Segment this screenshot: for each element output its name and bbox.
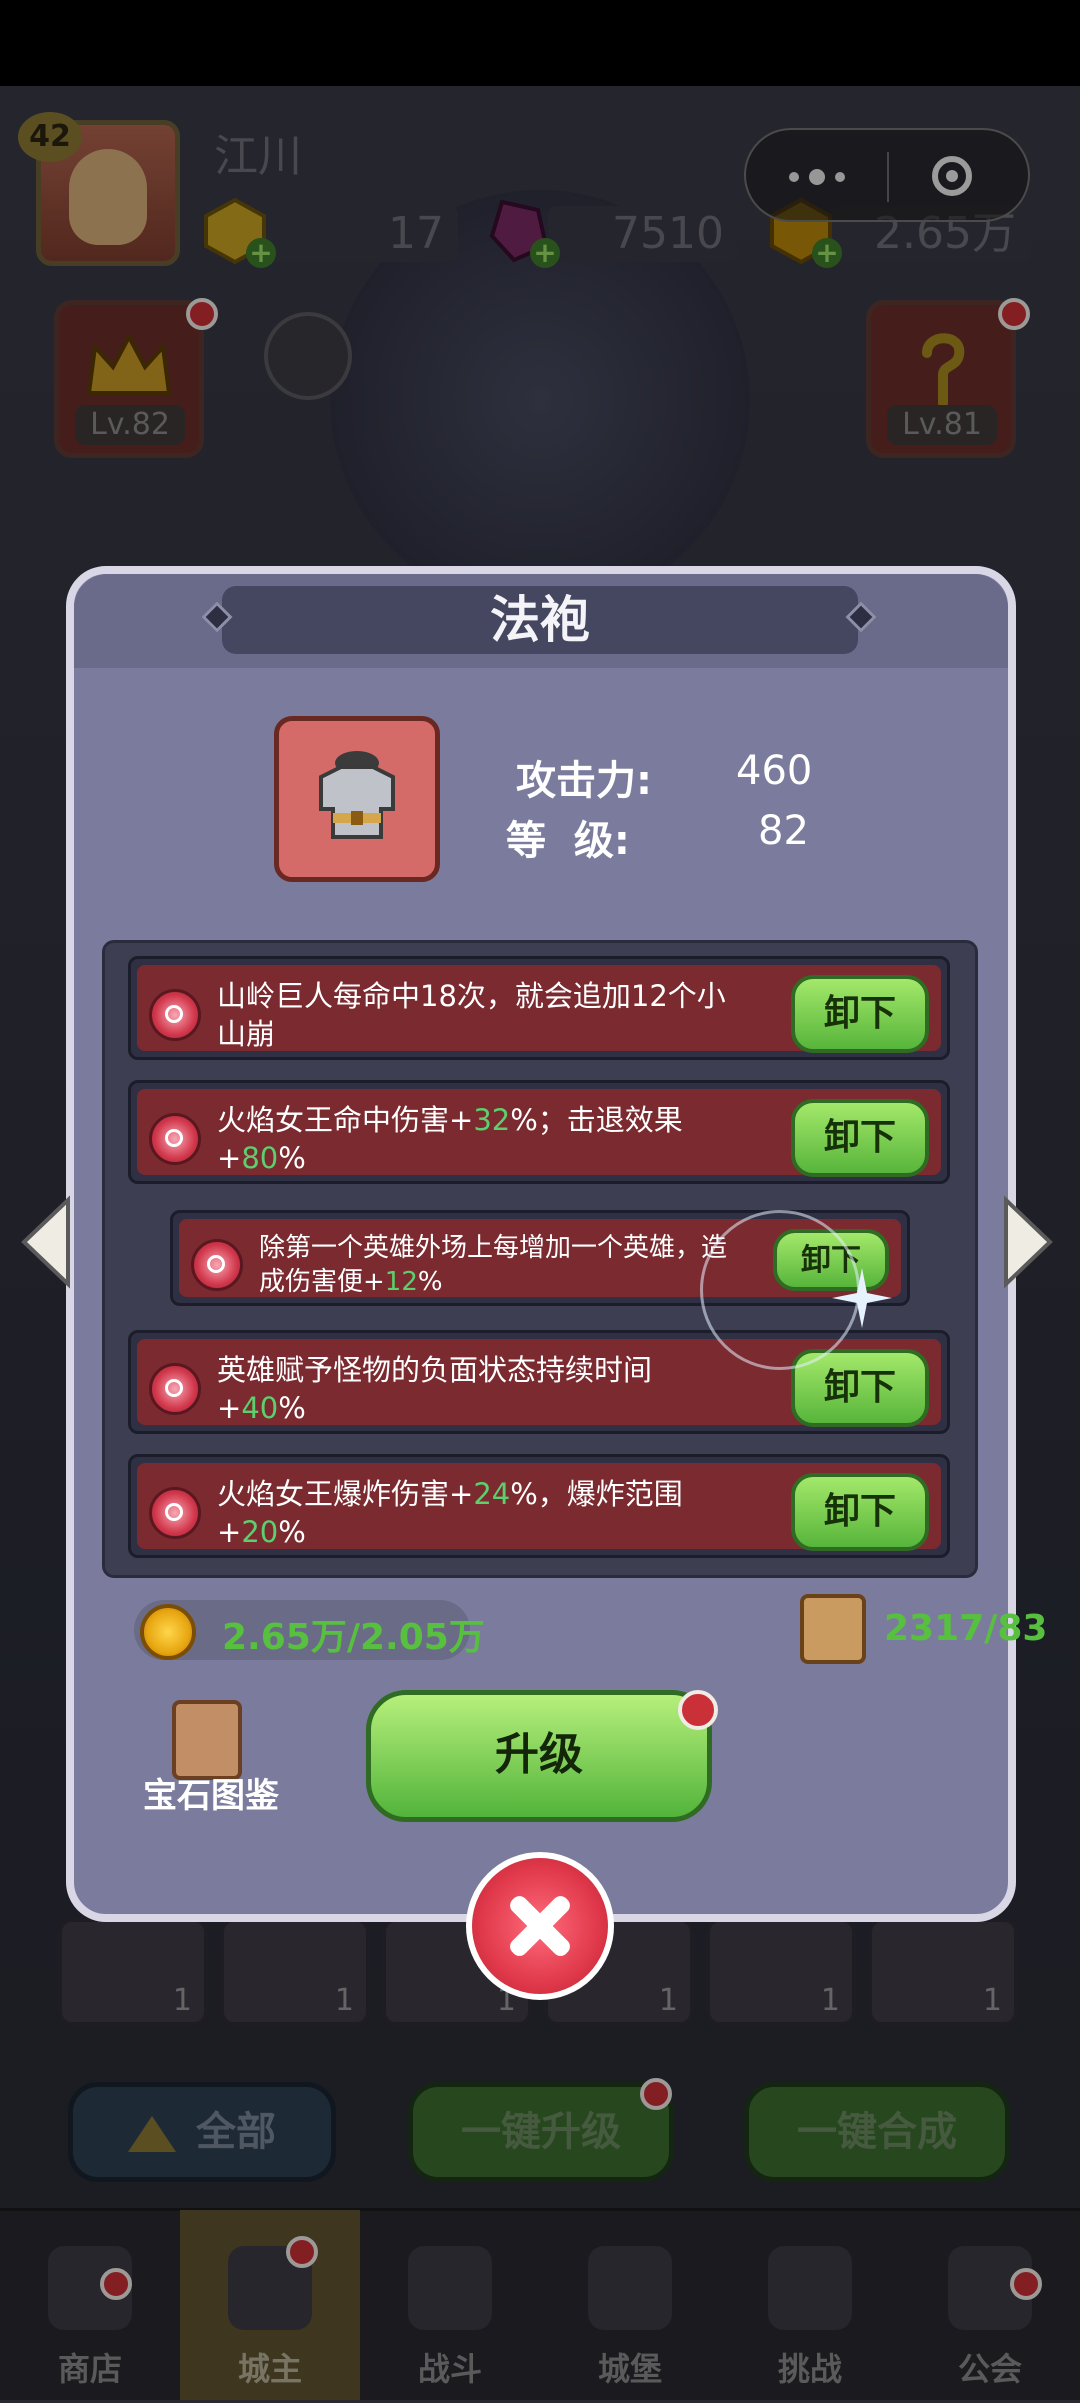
coin-cost-text: 2.65万/2.05万 — [222, 1617, 485, 1658]
stat-label-attack: 攻击力: — [516, 758, 652, 804]
robe-icon — [319, 751, 395, 839]
previous-arrow-icon[interactable] — [18, 1194, 74, 1290]
gold-coin-icon — [140, 1604, 196, 1660]
gem-effect-text: 英雄赋予怪物的负面状态持续时间+40% — [217, 1353, 653, 1425]
red-gem-icon — [149, 1363, 201, 1415]
gem-row: 火焰女王爆炸伤害+24%，爆炸范围+20% 卸下 — [128, 1454, 950, 1558]
upgrade-scroll-icon — [800, 1594, 866, 1664]
gem-effect-text: 除第一个英雄外场上每增加一个英雄，造成伤害便+12% — [259, 1233, 728, 1297]
gem-codex-label[interactable]: 宝石图鉴 — [136, 1768, 286, 1817]
gem-effect-text: 火焰女王命中伤害+32%；击退效果+80% — [217, 1103, 683, 1175]
sparkle-icon — [832, 1268, 892, 1328]
notification-dot — [678, 1690, 718, 1730]
modal-title: 法袍 — [490, 591, 590, 649]
scroll-cost-text: 2317/83 — [884, 1608, 1048, 1649]
stat-value-level: 82 — [758, 808, 809, 854]
stat-value-attack: 460 — [736, 748, 813, 794]
unequip-button[interactable]: 卸下 — [791, 1099, 929, 1177]
unequip-button[interactable]: 卸下 — [791, 975, 929, 1053]
next-arrow-icon[interactable] — [1000, 1194, 1056, 1290]
gem-row: 山岭巨人每命中18次，就会追加12个小山崩 卸下 — [128, 956, 950, 1060]
upgrade-button[interactable]: 升级 — [366, 1690, 712, 1822]
close-button[interactable] — [466, 1852, 614, 2000]
red-gem-icon — [191, 1239, 243, 1291]
red-gem-icon — [149, 1113, 201, 1165]
stat-label-level: 等 级: — [506, 818, 630, 864]
gem-effect-text: 山岭巨人每命中18次，就会追加12个小山崩 — [217, 979, 726, 1051]
unequip-button[interactable]: 卸下 — [791, 1473, 929, 1551]
status-bar — [0, 0, 1080, 86]
red-gem-icon — [149, 1487, 201, 1539]
red-gem-icon — [149, 989, 201, 1041]
gem-effect-text: 火焰女王爆炸伤害+24%，爆炸范围+20% — [217, 1477, 683, 1549]
equipment-icon-box — [274, 716, 440, 882]
gem-row: 火焰女王命中伤害+32%；击退效果+80% 卸下 — [128, 1080, 950, 1184]
